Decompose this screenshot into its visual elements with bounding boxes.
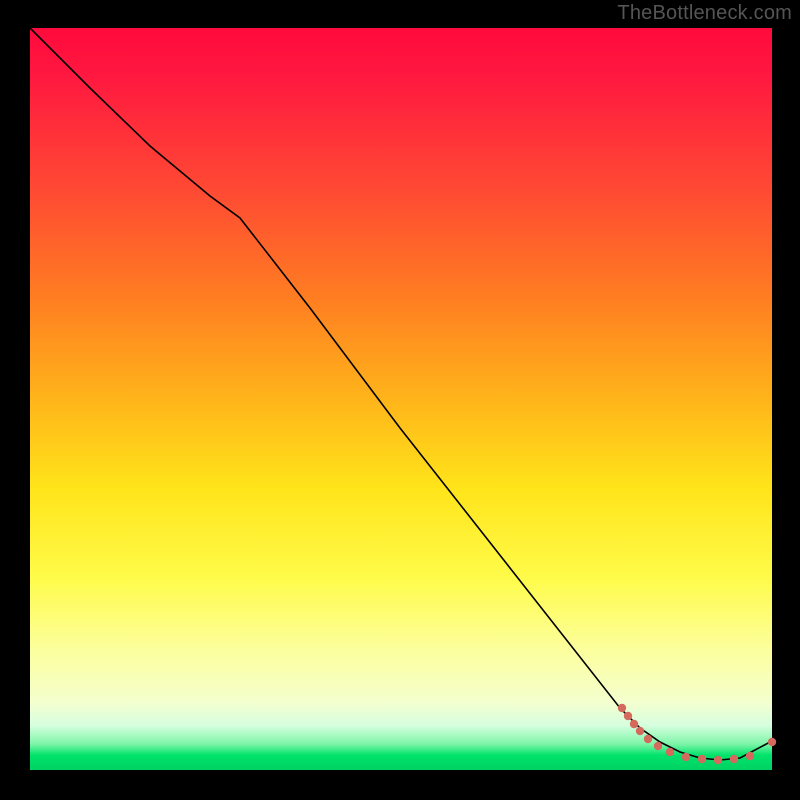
marker-point [768, 738, 776, 746]
marker-point [698, 755, 706, 763]
marker-point [624, 712, 632, 720]
marker-point [714, 756, 722, 764]
marker-point [654, 742, 662, 750]
marker-group [618, 704, 776, 764]
chart-area [30, 28, 772, 770]
marker-point [746, 752, 754, 760]
root: TheBottleneck.com [0, 0, 800, 800]
marker-point [636, 727, 644, 735]
marker-point [644, 735, 652, 743]
marker-point [630, 720, 638, 728]
watermark-text: TheBottleneck.com [617, 2, 792, 25]
marker-point [730, 755, 738, 763]
main-curve-path [30, 28, 772, 760]
marker-point [618, 704, 626, 712]
chart-overlay [30, 28, 772, 770]
marker-point [666, 748, 674, 756]
marker-point [682, 753, 690, 761]
